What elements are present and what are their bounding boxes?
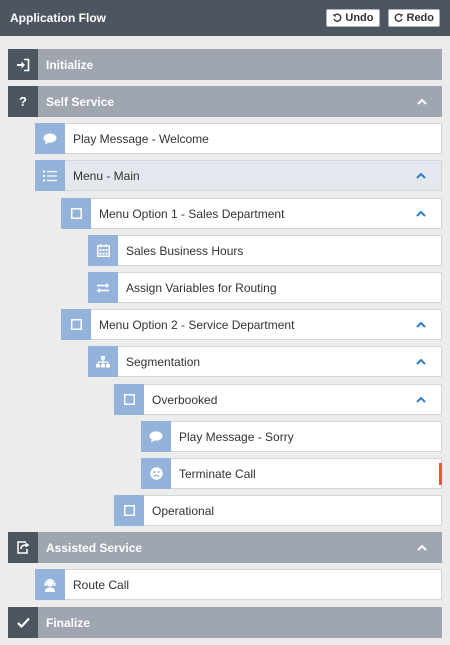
headset-agent-icon <box>35 569 65 600</box>
chevron-up-icon[interactable] <box>402 86 442 117</box>
section-label: Finalize <box>46 615 91 630</box>
checkbox-icon <box>61 198 91 229</box>
redo-button[interactable]: Redo <box>387 9 440 27</box>
app-title: Application Flow <box>10 11 106 25</box>
undo-label: Undo <box>345 12 374 24</box>
speech-bubble-icon <box>141 421 171 452</box>
undo-button[interactable]: Undo <box>326 9 380 27</box>
node-route-call[interactable]: Route Call <box>35 569 442 600</box>
node-label: Play Message - Welcome <box>73 131 209 146</box>
checkbox-icon <box>114 384 144 415</box>
node-label: Menu Option 1 - Sales Department <box>99 206 285 221</box>
node-label: Operational <box>152 503 215 518</box>
node-assign-variables[interactable]: Assign Variables for Routing <box>88 272 442 303</box>
node-label: Terminate Call <box>179 466 256 481</box>
question-icon: ? <box>8 86 38 117</box>
node-label: Overbooked <box>152 392 218 407</box>
sitemap-icon <box>88 346 118 377</box>
node-menu-main[interactable]: Menu - Main <box>35 160 442 191</box>
redo-label: Redo <box>406 12 435 24</box>
error-marker <box>439 463 442 485</box>
section-finalize[interactable]: Finalize <box>8 607 442 638</box>
exchange-arrows-icon <box>88 272 118 303</box>
node-play-message-sorry[interactable]: Play Message - Sorry <box>141 421 442 452</box>
checkbox-icon <box>114 495 144 526</box>
list-icon <box>35 160 65 191</box>
section-label: Initialize <box>46 57 94 72</box>
app-header: Application Flow Undo Redo <box>0 0 450 36</box>
chevron-up-icon[interactable] <box>401 199 441 228</box>
node-operational[interactable]: Operational <box>114 495 442 526</box>
speech-bubble-icon <box>35 123 65 154</box>
share-icon <box>8 532 38 563</box>
section-assisted-service[interactable]: Assisted Service <box>8 532 442 563</box>
section-label: Self Service <box>46 94 115 109</box>
section-label: Assisted Service <box>46 540 143 555</box>
redo-icon <box>394 13 403 22</box>
chevron-up-icon[interactable] <box>401 310 441 339</box>
node-label: Menu - Main <box>73 168 140 183</box>
checkbox-icon <box>61 309 91 340</box>
node-sales-business-hours[interactable]: Sales Business Hours <box>88 235 442 266</box>
node-menu-option-2[interactable]: Menu Option 2 - Service Department <box>61 309 442 340</box>
node-label: Play Message - Sorry <box>179 429 294 444</box>
calendar-icon <box>88 235 118 266</box>
node-overbooked[interactable]: Overbooked <box>114 384 442 415</box>
node-play-message-welcome[interactable]: Play Message - Welcome <box>35 123 442 154</box>
section-self-service[interactable]: ? Self Service <box>8 86 442 117</box>
chevron-up-icon[interactable] <box>401 161 441 190</box>
chevron-up-icon[interactable] <box>401 385 441 414</box>
sign-in-icon <box>8 49 38 80</box>
frown-face-icon <box>141 458 171 489</box>
section-initialize[interactable]: Initialize <box>8 49 442 80</box>
node-label: Route Call <box>73 577 130 592</box>
node-label: Segmentation <box>126 354 201 369</box>
chevron-up-icon[interactable] <box>402 532 442 563</box>
checkmark-icon <box>8 607 38 638</box>
node-label: Menu Option 2 - Service Department <box>99 317 295 332</box>
node-label: Assign Variables for Routing <box>126 280 277 295</box>
undo-icon <box>332 13 342 22</box>
node-label: Sales Business Hours <box>126 243 244 258</box>
node-menu-option-1[interactable]: Menu Option 1 - Sales Department <box>61 198 442 229</box>
chevron-up-icon[interactable] <box>401 347 441 376</box>
node-terminate-call[interactable]: Terminate Call <box>141 458 442 489</box>
node-segmentation[interactable]: Segmentation <box>88 346 442 377</box>
